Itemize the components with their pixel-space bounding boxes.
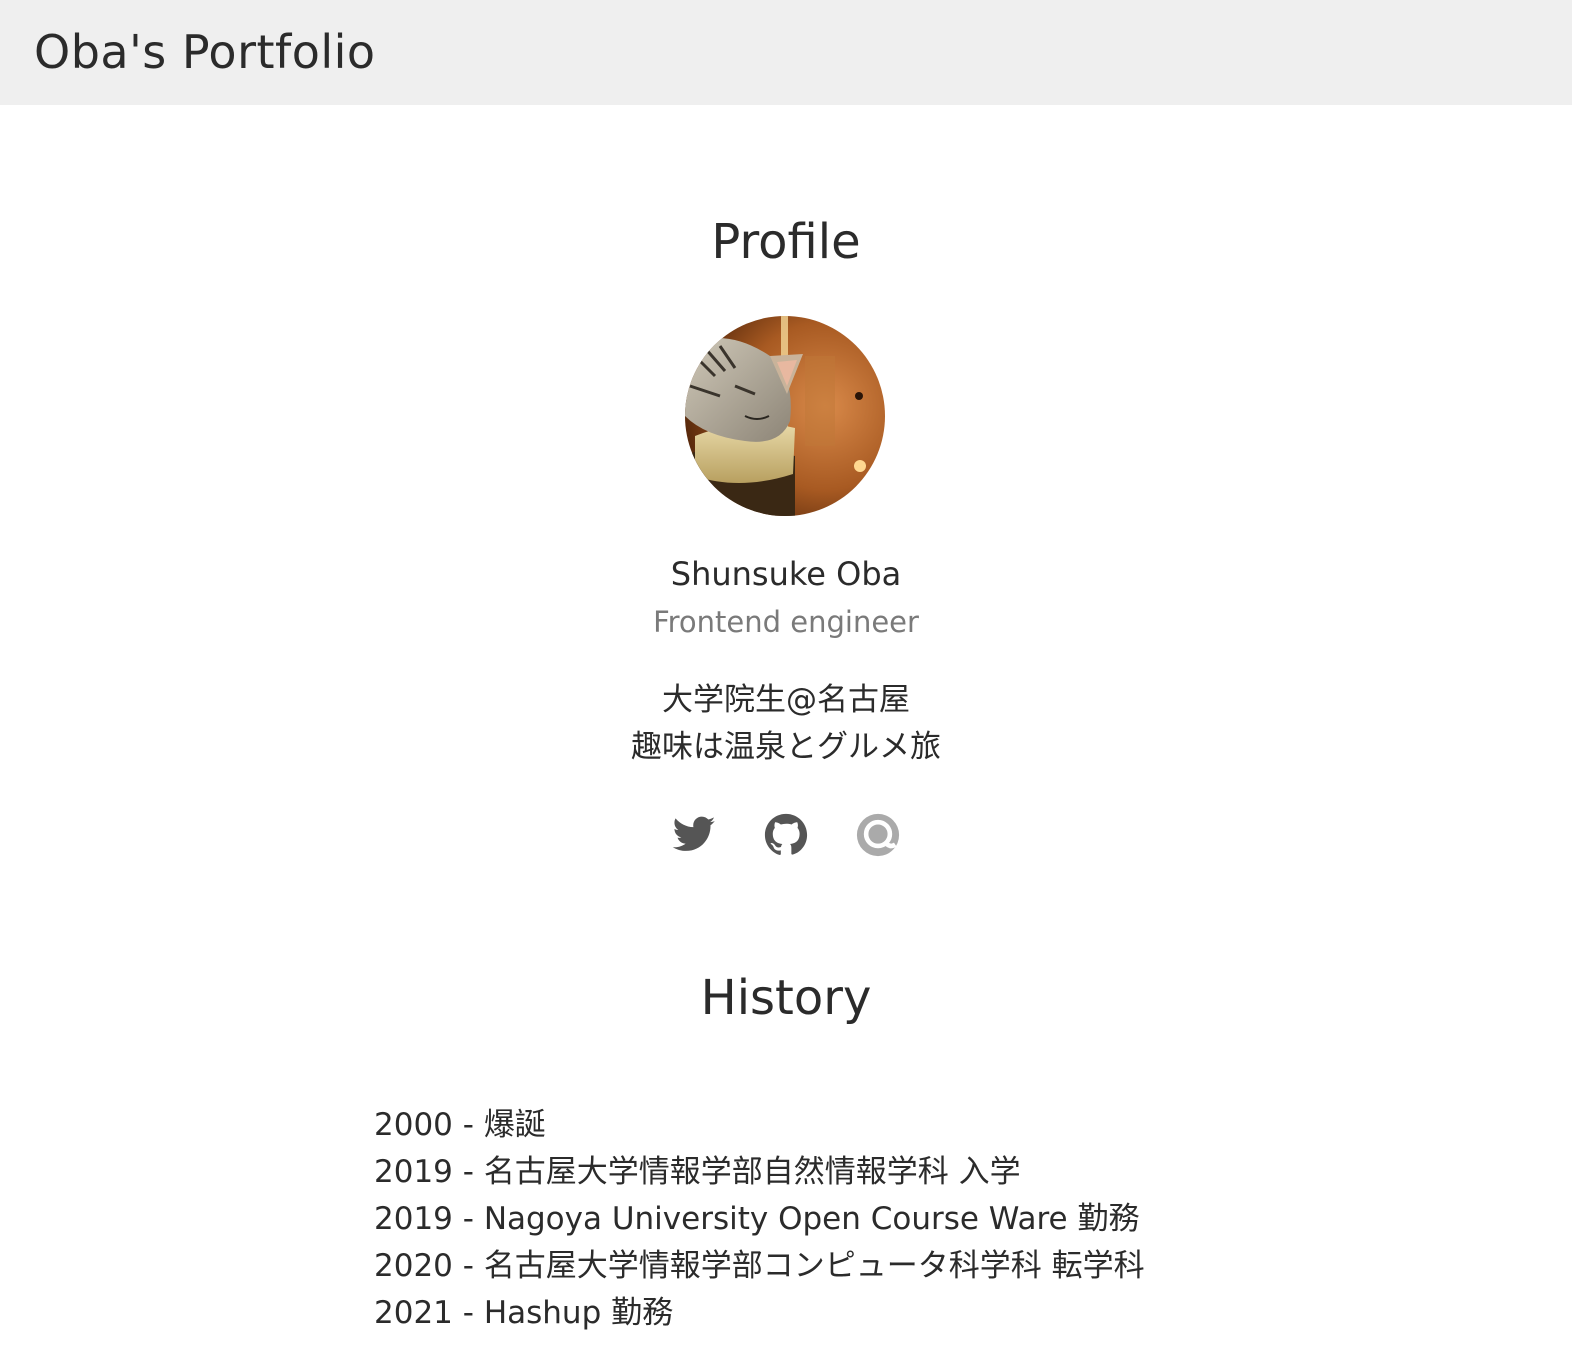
qiita-link[interactable] [855, 812, 901, 858]
history-text: 爆誕 [483, 1107, 546, 1143]
site-title[interactable]: Oba's Portfolio [34, 22, 376, 82]
profile-bio-line: 大学院生@名古屋 [662, 682, 910, 718]
profile-name: Shunsuke Oba [670, 555, 902, 593]
social-links [0, 812, 1572, 862]
profile-role: Frontend engineer [653, 605, 919, 639]
history-text: Hashup 勤務 [483, 1295, 674, 1331]
history-year: 2019 [374, 1154, 453, 1190]
history-year: 2020 [374, 1248, 453, 1284]
site-header: Oba's Portfolio [0, 0, 1572, 105]
profile-bio-line: 趣味は温泉とグルメ旅 [631, 729, 941, 765]
github-link[interactable] [763, 812, 809, 858]
profile-section-title: Profile [711, 214, 861, 270]
qiita-icon [856, 813, 900, 857]
history-year: 2021 [374, 1295, 453, 1331]
history-section-title: History [700, 970, 872, 1026]
history-year: 2019 [374, 1201, 453, 1237]
history-item: 2019 - Nagoya University Open Course War… [374, 1201, 1140, 1237]
history-year: 2000 [374, 1107, 453, 1143]
history-text: 名古屋大学情報学部自然情報学科 入学 [483, 1154, 1021, 1190]
history-item: 2020 - 名古屋大学情報学部コンピュータ科学科 転学科 [374, 1248, 1145, 1284]
github-icon [764, 813, 808, 855]
history-item: 2000 - 爆誕 [374, 1107, 546, 1143]
history-item: 2021 - Hashup 勤務 [374, 1295, 674, 1331]
cat-photo-avatar [685, 316, 885, 516]
history-text: 名古屋大学情報学部コンピュータ科学科 転学科 [483, 1248, 1145, 1284]
twitter-link[interactable] [671, 812, 717, 858]
history-list: 2000 - 爆誕 2019 - 名古屋大学情報学部自然情報学科 入学 2019… [374, 1102, 1145, 1337]
history-item: 2019 - 名古屋大学情報学部自然情報学科 入学 [374, 1154, 1021, 1190]
history-text: Nagoya University Open Course Ware 勤務 [483, 1201, 1140, 1237]
avatar [685, 316, 885, 516]
twitter-icon [672, 816, 716, 851]
